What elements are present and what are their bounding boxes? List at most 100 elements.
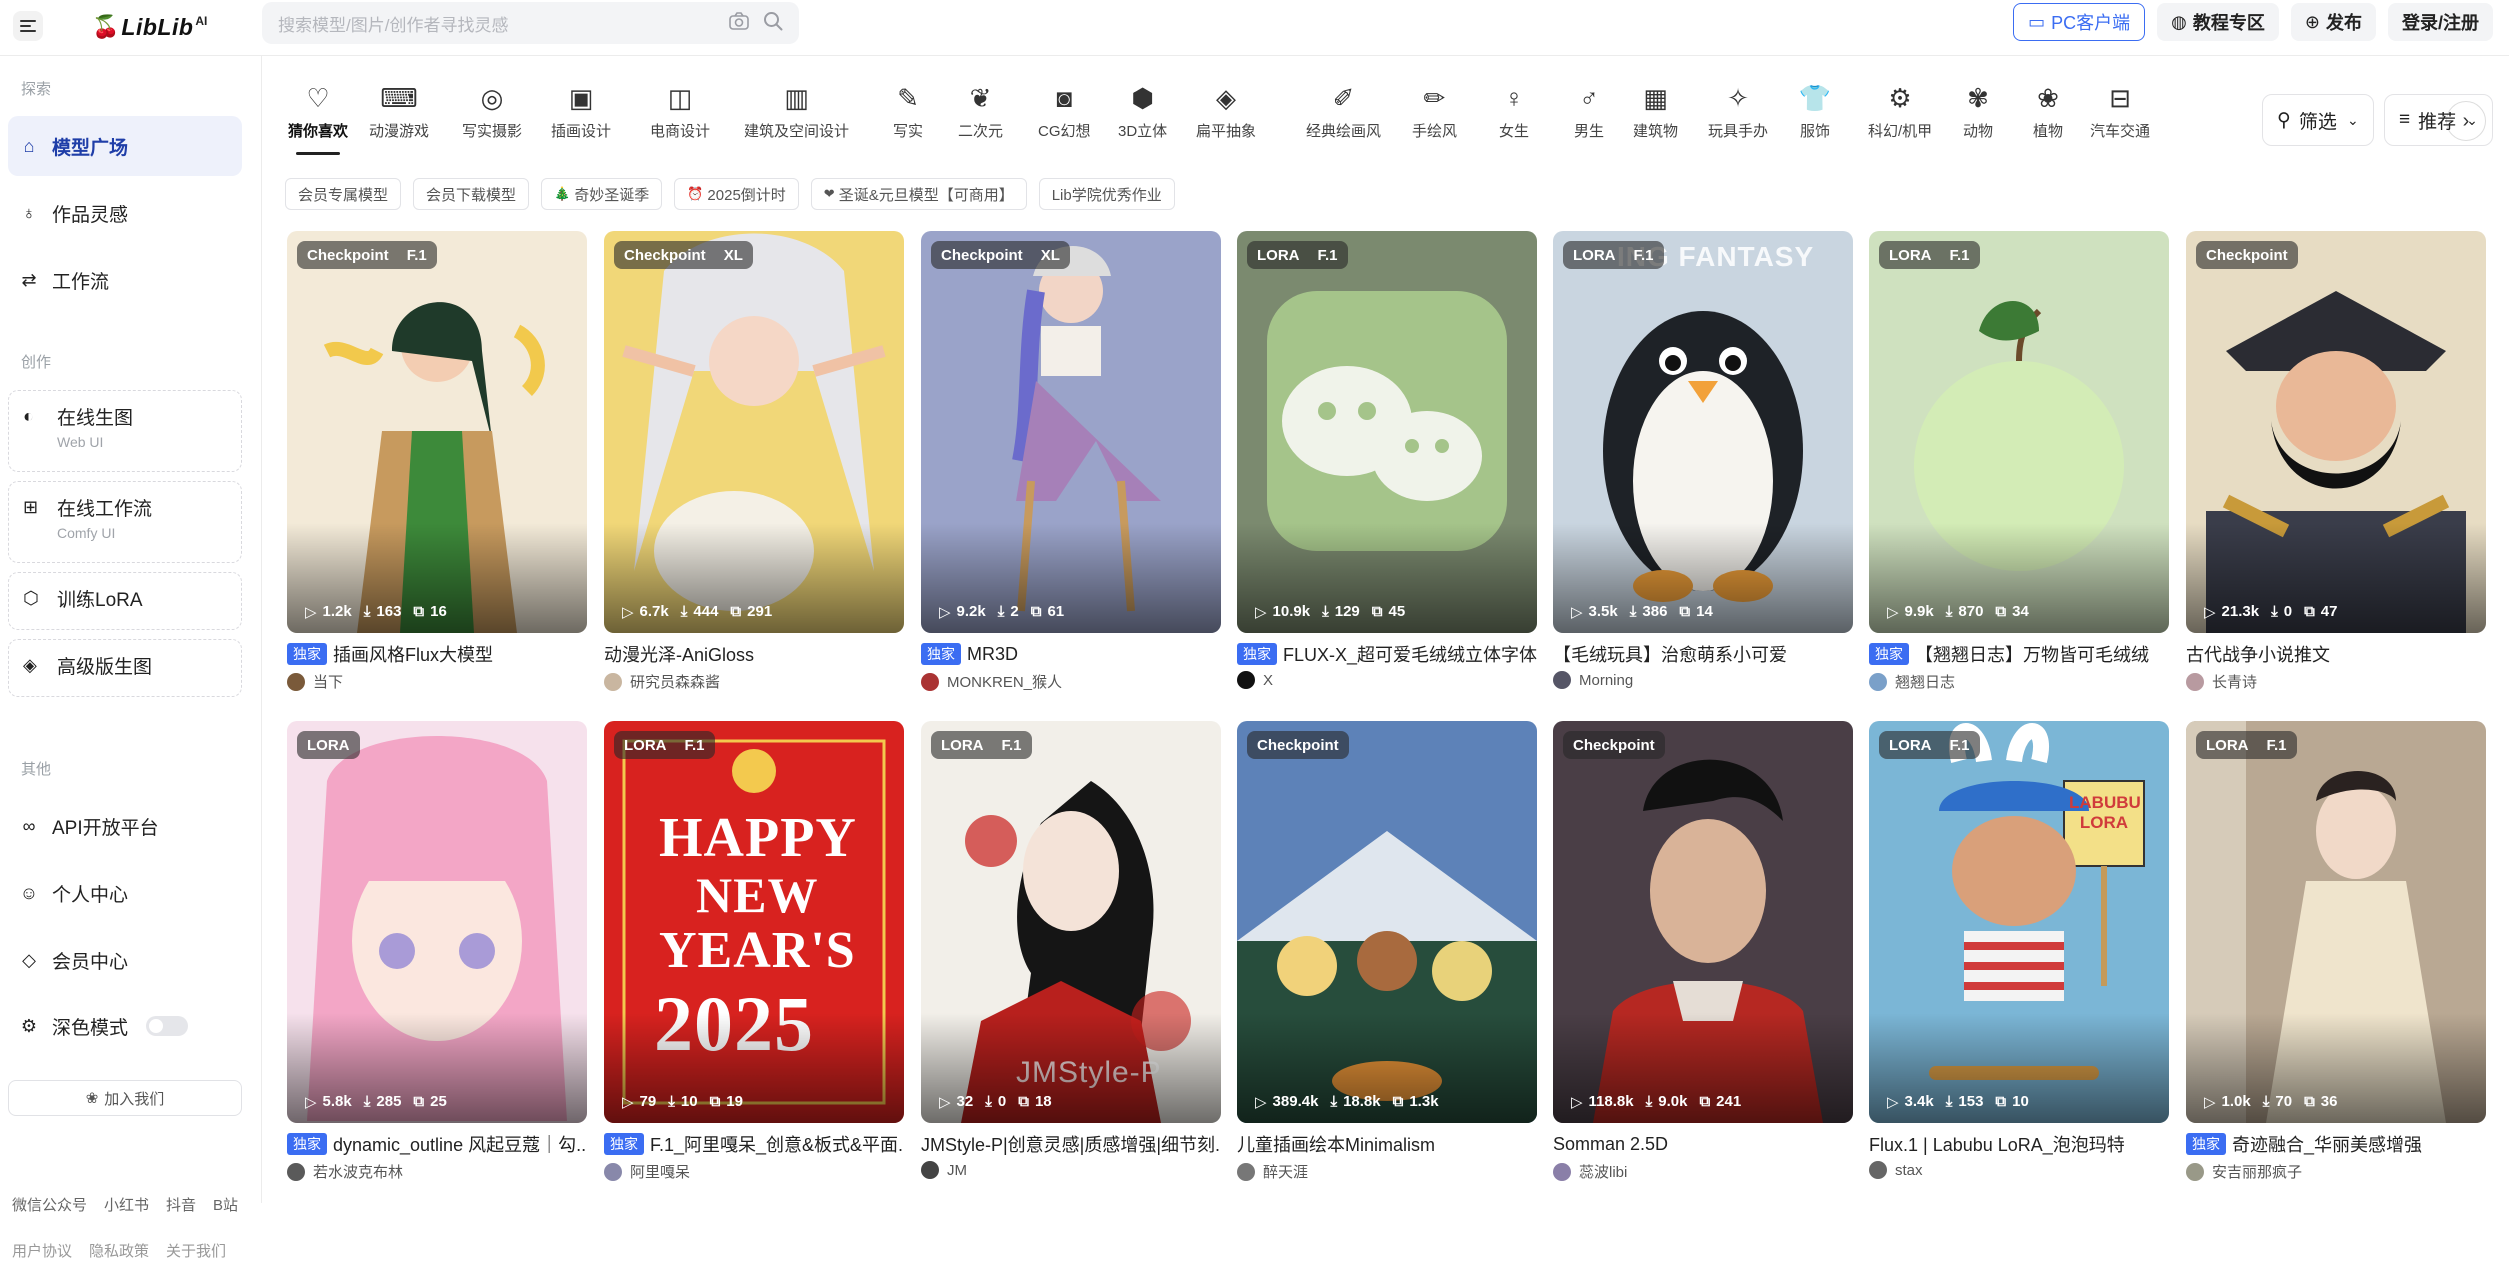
tag-0[interactable]: 会员专属模型: [285, 178, 402, 210]
tab-category-10[interactable]: ◈ 扁平抽象: [1196, 76, 1256, 141]
sidebar-item-advanced-gen[interactable]: ◈ 高级版生图: [8, 639, 242, 697]
model-thumbnail[interactable]: JMStyle-PLORAF.1▷32⤓0⧉18: [921, 721, 1221, 1123]
tab-category-20[interactable]: ❀ 植物: [2026, 76, 2070, 141]
model-thumbnail[interactable]: LABUBU LORA LORA F.1 ▷ 3.4k ⤓ 153 ⧉ 10: [1869, 721, 2169, 1123]
model-title[interactable]: Somman 2.5D: [1553, 1131, 1853, 1157]
model-thumbnail[interactable]: Checkpoint F.1 ▷ 1.2k ⤓ 163 ⧉ 16: [287, 231, 587, 633]
tab-category-6[interactable]: ✎ 写实: [886, 76, 930, 141]
model-title[interactable]: JMStyle-P|创意灵感|质感增强|细节刻...: [921, 1131, 1221, 1157]
model-title[interactable]: 古代战争小说推文: [2186, 641, 2486, 667]
model-card[interactable]: HAPPYNEWYEAR'S2025LORAF.1▷79⤓10⧉19 独家F.1_…: [604, 721, 904, 1182]
tab-category-7[interactable]: ❦ 二次元: [958, 76, 1003, 141]
sidebar-item-membership[interactable]: ◇ 会员中心: [8, 930, 242, 990]
model-card[interactable]: ING FANTASY LORA F.1 ▷ 3.5k ⤓ 386 ⧉ 14 【毛绒玩具】治愈萌系…: [1553, 231, 1853, 689]
model-title[interactable]: 【毛绒玩具】治愈萌系小可爱: [1553, 641, 1853, 667]
model-author[interactable]: 安吉丽那疯子: [2186, 1161, 2486, 1182]
footer-link[interactable]: 小红书: [104, 1194, 149, 1215]
model-author[interactable]: 当下: [287, 671, 587, 692]
sort-button[interactable]: ≡ 推荐 ⌄: [2384, 94, 2493, 146]
dark-mode-toggle[interactable]: [146, 1016, 189, 1036]
tab-category-8[interactable]: ◙ CG幻想: [1038, 76, 1091, 141]
footer-link[interactable]: 隐私政策: [89, 1240, 149, 1261]
sidebar-item-dark-mode[interactable]: ⚙ 深色模式: [8, 996, 242, 1056]
model-card[interactable]: LABUBU LORA LORA F.1 ▷ 3.4k ⤓ 153 ⧉ 10 Flux.1 | L…: [1869, 721, 2169, 1179]
model-card[interactable]: JMStyle-PLORAF.1▷32⤓0⧉18 JMStyle-P|创意灵感|质…: [921, 721, 1221, 1179]
sidebar-item-inspiration[interactable]: ♁ 作品灵感: [8, 183, 242, 243]
model-title[interactable]: Flux.1 | Labubu LoRA_泡泡玛特: [1869, 1131, 2169, 1157]
tab-category-19[interactable]: ✾ 动物: [1956, 76, 2000, 141]
model-card[interactable]: LORA F.1 ▷ 1.0k ⤓ 70 ⧉ 36 独家 奇迹融合_华丽美感增强安吉丽那疯子: [2186, 721, 2486, 1182]
model-thumbnail[interactable]: LORA F.1 ▷ 9.9k ⤓ 870 ⧉ 34: [1869, 231, 2169, 633]
model-card[interactable]: Checkpoint ▷ 389.4k ⤓ 18.8k ⧉ 1.3k 儿童插画绘本Minima…: [1237, 721, 1537, 1182]
model-thumbnail[interactable]: HAPPYNEWYEAR'S2025LORAF.1▷79⤓10⧉19: [604, 721, 904, 1123]
model-author[interactable]: stax: [1869, 1161, 2169, 1179]
sidebar-item-online-gen[interactable]: ◐ 在线生图 Web UI: [8, 390, 242, 472]
publish-button[interactable]: ⊕ 发布: [2290, 3, 2376, 41]
tag-1[interactable]: 会员下载模型: [413, 178, 530, 210]
tab-category-18[interactable]: ⚙ 科幻/机甲: [1868, 76, 1932, 141]
model-title[interactable]: 独家 F.1_阿里嘎呆_创意&板式&平面...: [604, 1131, 904, 1157]
model-title[interactable]: 儿童插画绘本Minimalism: [1237, 1131, 1537, 1157]
sidebar-item-train-lora[interactable]: ⬡ 训练LoRA: [8, 572, 242, 630]
model-card[interactable]: LORA F.1 ▷ 9.9k ⤓ 870 ⧉ 34 独家 【翘翘日志】万物皆可毛绒绒翘翘日志: [1869, 231, 2169, 692]
tab-category-2[interactable]: ◎ 写实摄影: [462, 76, 522, 141]
model-card[interactable]: Checkpoint XL ▷ 6.7k ⤓ 444 ⧉ 291 动漫光泽-AniGloss 研究…: [604, 231, 904, 692]
model-thumbnail[interactable]: Checkpoint ▷ 21.3k ⤓ 0 ⧉ 47: [2186, 231, 2486, 633]
model-author[interactable]: 长青诗: [2186, 671, 2486, 692]
menu-icon[interactable]: [13, 11, 43, 41]
model-title[interactable]: 动漫光泽-AniGloss: [604, 641, 904, 667]
tab-category-9[interactable]: ⬢ 3D立体: [1118, 76, 1167, 141]
model-thumbnail[interactable]: LORA F.1 ▷ 1.0k ⤓ 70 ⧉ 36: [2186, 721, 2486, 1123]
model-thumbnail[interactable]: Checkpoint XL ▷ 9.2k ⤓ 2 ⧉ 61: [921, 231, 1221, 633]
login-button[interactable]: 登录/注册: [2387, 3, 2493, 41]
model-author[interactable]: X: [1237, 671, 1537, 689]
tab-category-16[interactable]: ✧ 玩具手办: [1708, 76, 1768, 141]
filter-button[interactable]: ⚲ 筛选 ⌄: [2262, 94, 2374, 146]
model-author[interactable]: 若水波克布林: [287, 1161, 587, 1182]
tab-category-15[interactable]: ▦ 建筑物: [1633, 76, 1678, 141]
model-card[interactable]: Checkpoint F.1 ▷ 1.2k ⤓ 163 ⧉ 16 独家 插画风格Flux大模型当下: [287, 231, 587, 692]
model-card[interactable]: Checkpoint ▷ 118.8k ⤓ 9.0k ⧉ 241 Somman 2.5D 蕊波l…: [1553, 721, 1853, 1182]
tab-category-11[interactable]: ✐ 经典绘画风: [1306, 76, 1381, 141]
model-title[interactable]: 独家 dynamic_outline 风起豆蔻｜勾...: [287, 1131, 587, 1157]
model-card[interactable]: LORA ▷ 5.8k ⤓ 285 ⧉ 25 独家 dynamic_outline 风起豆蔻｜勾…: [287, 721, 587, 1182]
tab-category-4[interactable]: ◫ 电商设计: [650, 76, 710, 141]
model-thumbnail[interactable]: Checkpoint XL ▷ 6.7k ⤓ 444 ⧉ 291: [604, 231, 904, 633]
sidebar-item-api[interactable]: ∞ API开放平台: [8, 796, 242, 856]
model-thumbnail[interactable]: LORA F.1 ▷ 10.9k ⤓ 129 ⧉ 45: [1237, 231, 1537, 633]
footer-link[interactable]: 微信公众号: [12, 1194, 87, 1215]
image-search-icon[interactable]: [729, 11, 749, 35]
tag-4[interactable]: ❤ 圣诞&元旦模型【可商用】: [810, 178, 1027, 210]
join-us-button[interactable]: ❀ 加入我们: [8, 1080, 242, 1116]
model-author[interactable]: 蕊波libi: [1553, 1161, 1853, 1182]
model-title[interactable]: 独家 【翘翘日志】万物皆可毛绒绒: [1869, 641, 2169, 667]
sidebar-item-online-workflow[interactable]: ⊞ 在线工作流 Comfy UI: [8, 481, 242, 563]
tab-category-0[interactable]: ♡ 猜你喜欢: [288, 76, 348, 155]
model-thumbnail[interactable]: LORA ▷ 5.8k ⤓ 285 ⧉ 25: [287, 721, 587, 1123]
model-title[interactable]: 独家 奇迹融合_华丽美感增强: [2186, 1131, 2486, 1157]
search-input[interactable]: 搜索模型/图片/创作者寻找灵感: [262, 2, 799, 44]
model-thumbnail[interactable]: ING FANTASY LORA F.1 ▷ 3.5k ⤓ 386 ⧉ 14: [1553, 231, 1853, 633]
tab-category-14[interactable]: ♂ 男生: [1567, 76, 1611, 141]
tab-category-1[interactable]: ⌨ 动漫游戏: [369, 76, 429, 141]
logo[interactable]: 🍒 LibLib AI: [92, 12, 207, 42]
model-author[interactable]: 阿里嘎呆: [604, 1161, 904, 1182]
tag-2[interactable]: 🎄 奇妙圣诞季: [541, 178, 663, 210]
footer-link[interactable]: 抖音: [166, 1194, 196, 1215]
tutorial-button[interactable]: ◍ 教程专区: [2157, 3, 2279, 41]
tab-category-12[interactable]: ✏ 手绘风: [1412, 76, 1457, 141]
model-thumbnail[interactable]: Checkpoint ▷ 118.8k ⤓ 9.0k ⧉ 241: [1553, 721, 1853, 1123]
footer-link[interactable]: 用户协议: [12, 1240, 72, 1261]
model-title[interactable]: 独家 FLUX-X_超可爱毛绒绒立体字体: [1237, 641, 1537, 667]
model-title[interactable]: 独家 插画风格Flux大模型: [287, 641, 587, 667]
model-author[interactable]: 翘翘日志: [1869, 671, 2169, 692]
model-author[interactable]: Morning: [1553, 671, 1853, 689]
model-title[interactable]: 独家 MR3D: [921, 641, 1221, 667]
tab-category-5[interactable]: ▥ 建筑及空间设计: [744, 76, 849, 141]
model-card[interactable]: Checkpoint ▷ 21.3k ⤓ 0 ⧉ 47 古代战争小说推文长青诗: [2186, 231, 2486, 692]
tab-category-3[interactable]: ▣ 插画设计: [551, 76, 611, 141]
sidebar-item-profile[interactable]: ☺ 个人中心: [8, 863, 242, 923]
model-author[interactable]: 醉天涯: [1237, 1161, 1537, 1182]
tab-category-17[interactable]: 👕 服饰: [1793, 76, 1837, 141]
model-author[interactable]: JM: [921, 1161, 1221, 1179]
